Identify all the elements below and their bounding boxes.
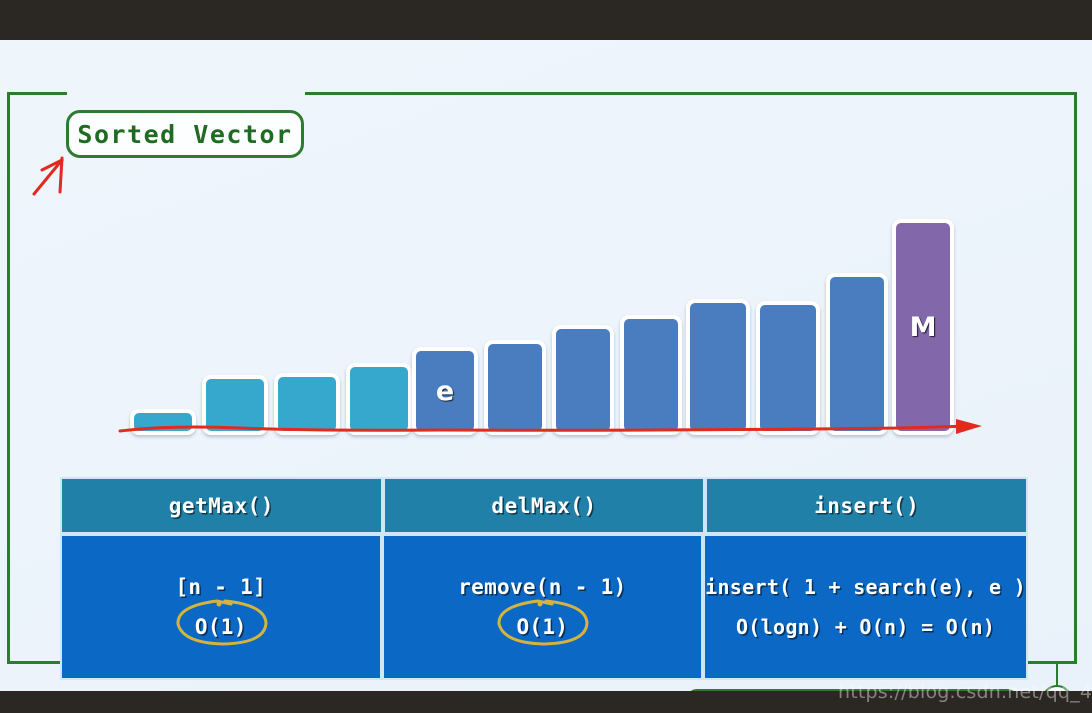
- bar-label: M: [909, 311, 937, 343]
- bar-chart: eM: [120, 150, 1020, 435]
- complexity-annotation: O(1): [176, 599, 268, 646]
- bar-M: M: [892, 219, 954, 435]
- cell-line: insert( 1 + search(e), e ): [705, 575, 1026, 599]
- complexity-annotation: O(1): [497, 599, 589, 646]
- complexity-text: O(1): [516, 615, 569, 639]
- cell-line: [n - 1]: [175, 575, 267, 599]
- page-title: Sorted Vector: [77, 119, 293, 149]
- bar-label: e: [435, 375, 455, 407]
- table-header-cell: insert(): [705, 477, 1029, 534]
- bar-11: [826, 273, 888, 435]
- screen: Sorted Vector eM getMax() delMax() insert(…: [0, 0, 1092, 713]
- cell-line: O(logn) + O(n) = O(n): [735, 615, 996, 639]
- table-body-cell: insert( 1 + search(e), e ) O(logn) + O(n)…: [703, 534, 1028, 680]
- table-body-cell: [n - 1] O(1): [60, 534, 382, 680]
- window-top-chrome: [0, 0, 1092, 40]
- complexity-text: O(1): [194, 615, 247, 639]
- slide-title-pill: Sorted Vector: [66, 110, 304, 158]
- operations-table: getMax() delMax() insert() [n - 1] O(1) remo…: [60, 477, 1029, 680]
- table-header-cell: getMax(): [60, 477, 383, 534]
- cell-line: remove(n - 1): [458, 575, 627, 599]
- baseline-red-arrow-icon: [118, 419, 982, 434]
- table-body-cell: remove(n - 1) O(1): [381, 534, 704, 680]
- red-annotation-arrow-icon: [32, 156, 64, 196]
- table-body-row: [n - 1] O(1) remove(n - 1) O(1) insert( 1 + …: [60, 534, 1028, 680]
- watermark-text: https://blog.csdn.net/qq_41740705: [838, 681, 1092, 703]
- table-header-cell: delMax(): [382, 477, 706, 534]
- table-header-row: getMax() delMax() insert(): [60, 477, 1029, 534]
- slide-canvas: Sorted Vector eM getMax() delMax() insert(…: [0, 40, 1092, 691]
